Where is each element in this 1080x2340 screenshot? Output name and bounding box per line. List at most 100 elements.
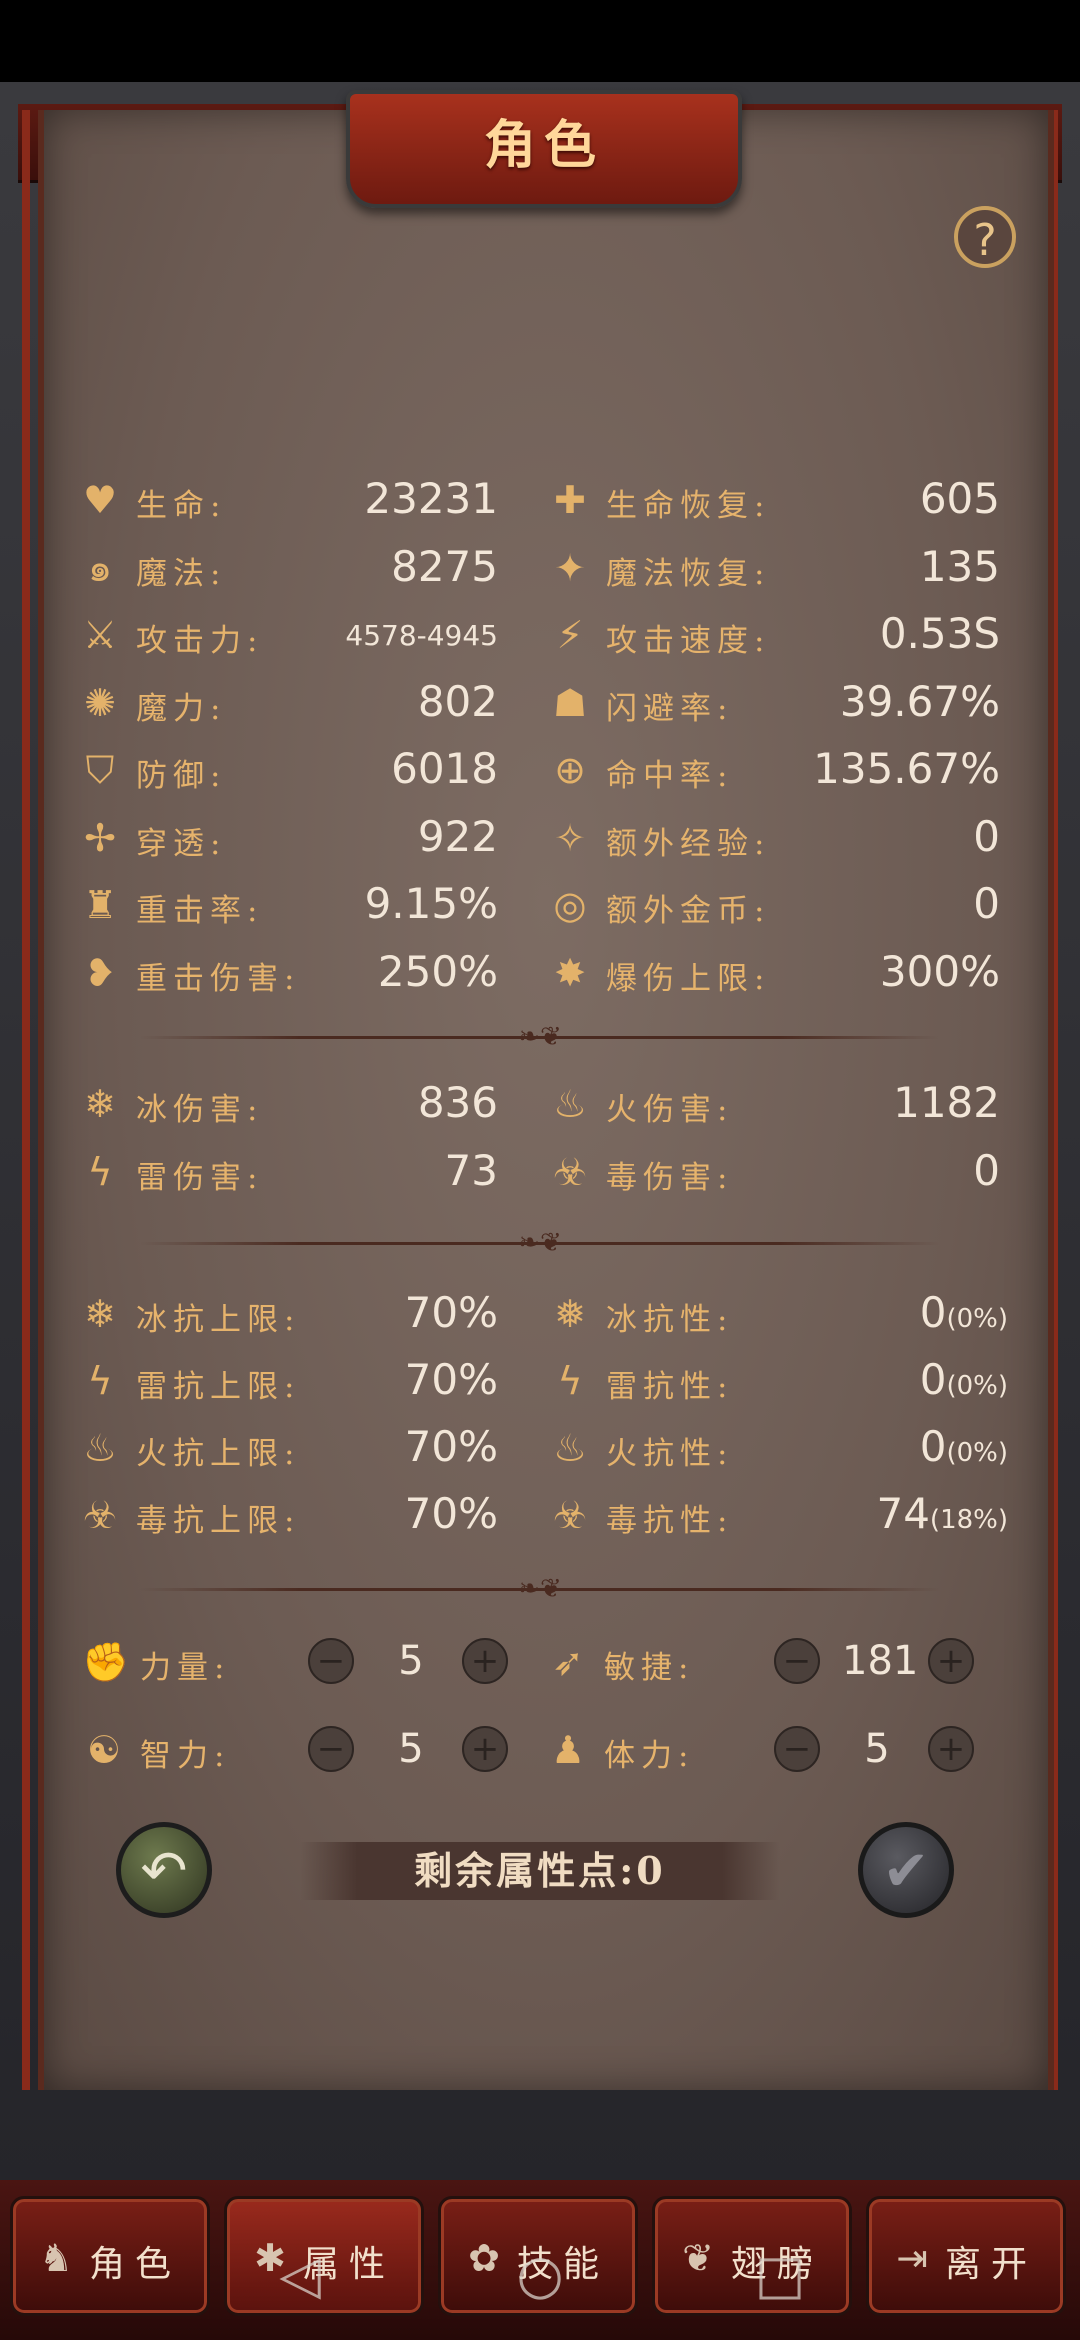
stat-mp-regen: ✦ 魔法恢复: 135	[548, 538, 1000, 598]
stamina-value: 5	[864, 1726, 890, 1772]
stat-defense: ⛉ 防御: 6018	[78, 740, 498, 800]
hit-rate-icon: ⊕	[554, 748, 586, 792]
tab-character[interactable]: ♞ 角色	[10, 2196, 210, 2316]
attack-speed-icon: ⚡	[556, 613, 584, 657]
ice-damage-label: 冰伤害:	[136, 1092, 264, 1128]
intelligence-label: 智力:	[140, 1738, 231, 1774]
crit-cap-value: 300%	[879, 946, 1000, 996]
stat-attack: ⚔ 攻击力: 4578-4945	[78, 605, 498, 665]
agility-plus-button[interactable]: +	[928, 1638, 974, 1684]
extra-gold-value: 0	[973, 879, 1000, 928]
nav-back-icon[interactable]: ◁	[265, 2240, 335, 2310]
extra-gold-icon: ◎	[553, 883, 587, 927]
penetration-label: 穿透:	[136, 825, 227, 862]
help-icon[interactable]: ?	[954, 206, 1016, 268]
stat-crit-rate: ♜ 重击率: 9.15%	[78, 875, 498, 935]
nav-home-icon[interactable]: ○	[505, 2240, 575, 2310]
magic-power-label: 魔力:	[136, 690, 227, 727]
crit-rate-label: 重击率:	[136, 893, 264, 929]
page-title: 角色	[483, 116, 604, 176]
stat-hp-regen: ✚ 生命恢复: 605	[548, 470, 1000, 530]
crit-damage-label: 重击伤害:	[136, 960, 301, 997]
intelligence-value: 5	[398, 1726, 424, 1772]
stat-ice-damage: ❄ 冰伤害: 836	[78, 1074, 498, 1134]
stamina-plus-button[interactable]: +	[928, 1726, 974, 1772]
thunder-resist-label: 雷抗性:	[606, 1369, 734, 1405]
ice-resist-label: 冰抗性:	[606, 1302, 734, 1338]
tab-leave[interactable]: ⇥ 离开	[866, 2196, 1066, 2316]
stat-fire-resist: ♨ 火抗性: 0(0%)	[548, 1418, 1008, 1478]
stat-dodge-rate: ☗ 闪避率: 39.67%	[548, 673, 1000, 733]
title-plate: 角色	[346, 90, 742, 208]
stat-thunder-damage: ϟ 雷伤害: 73	[78, 1142, 498, 1202]
agility-minus-button[interactable]: −	[774, 1638, 820, 1684]
thunder-damage-label: 雷伤害:	[136, 1160, 264, 1196]
stat-ice-resist-cap: ❄ 冰抗上限: 70%	[78, 1284, 498, 1344]
hp-regen-icon: ✚	[554, 478, 586, 522]
strength-value: 5	[398, 1638, 424, 1684]
stat-poison-resist-cap: ☣ 毒抗上限: 70%	[78, 1485, 498, 1545]
intelligence-plus-button[interactable]: +	[462, 1726, 508, 1772]
thunder-damage-value: 73	[444, 1146, 498, 1195]
fire-resist-icon: ♨	[552, 1426, 588, 1470]
nav-recent-icon[interactable]: □	[745, 2240, 815, 2310]
attribute-intelligence: ☯ 智力: −5 +	[82, 1720, 508, 1780]
ice-resist-cap-value: 70%	[404, 1288, 498, 1337]
fire-resist-cap-icon: ♨	[82, 1426, 118, 1470]
fire-resist-value: 0(0%)	[919, 1422, 1008, 1471]
attack-speed-value: 0.53S	[879, 609, 1000, 658]
strength-minus-button[interactable]: −	[308, 1638, 354, 1684]
fire-resist-cap-value: 70%	[404, 1422, 498, 1471]
confirm-button[interactable]: ✔	[858, 1822, 954, 1918]
mp-icon: ๑	[87, 545, 113, 590]
stat-crit-damage: ❥ 重击伤害: 250%	[78, 943, 498, 1003]
stat-magic-power: ✺ 魔力: 802	[78, 673, 498, 733]
tab-character-label: 角色	[89, 2244, 182, 2285]
crit-damage-icon: ❥	[84, 950, 116, 995]
poison-damage-value: 0	[973, 1146, 1000, 1195]
stat-fire-resist-cap: ♨ 火抗上限: 70%	[78, 1418, 498, 1478]
crit-cap-icon: ✸	[554, 950, 586, 995]
fire-resist-cap-label: 火抗上限:	[136, 1436, 301, 1472]
stamina-minus-button[interactable]: −	[774, 1726, 820, 1772]
poison-resist-cap-icon: ☣	[82, 1493, 118, 1537]
stat-hp: ♥ 生命: 23231	[78, 470, 498, 530]
attack-value: 4578-4945	[345, 619, 498, 652]
poison-resist-label: 毒抗性:	[606, 1503, 734, 1539]
attribute-strength: ✊ 力量: −5 +	[82, 1632, 508, 1692]
poison-resist-icon: ☣	[552, 1493, 588, 1537]
stat-poison-damage: ☣ 毒伤害: 0	[548, 1142, 1000, 1202]
poison-resist-value: 74(18%)	[876, 1489, 1008, 1538]
mp-regen-icon: ✦	[554, 545, 586, 590]
poison-resist-cap-label: 毒抗上限:	[136, 1503, 301, 1539]
dodge-rate-icon: ☗	[552, 680, 588, 725]
crit-damage-value: 250%	[377, 946, 498, 996]
magic-power-icon: ✺	[84, 680, 116, 725]
agility-value: 181	[842, 1638, 919, 1684]
stat-extra-gold: ◎ 额外金币: 0	[548, 875, 1000, 935]
stat-thunder-resist-cap: ϟ 雷抗上限: 70%	[78, 1351, 498, 1411]
fire-resist-label: 火抗性:	[606, 1436, 734, 1472]
undo-button[interactable]: ↶	[116, 1822, 212, 1918]
intelligence-minus-button[interactable]: −	[308, 1726, 354, 1772]
crit-cap-label: 爆伤上限:	[606, 960, 771, 997]
stat-extra-exp: ✧ 额外经验: 0	[548, 808, 1000, 868]
defense-label: 防御:	[136, 758, 227, 794]
thunder-resist-value: 0(0%)	[919, 1355, 1008, 1404]
extra-exp-label: 额外经验:	[606, 825, 771, 862]
thunder-damage-icon: ϟ	[87, 1150, 113, 1194]
mp-label: 魔法:	[136, 555, 227, 592]
mp-regen-label: 魔法恢复:	[606, 555, 771, 592]
ice-resist-icon: ❅	[554, 1292, 586, 1336]
stat-thunder-resist: ϟ 雷抗性: 0(0%)	[548, 1351, 1008, 1411]
strength-plus-button[interactable]: +	[462, 1638, 508, 1684]
defense-value: 6018	[391, 744, 498, 793]
attack-icon: ⚔	[82, 613, 118, 657]
stat-mp: ๑ 魔法: 8275	[78, 538, 498, 598]
ice-damage-value: 836	[417, 1078, 498, 1127]
magic-power-value: 802	[417, 676, 498, 726]
crit-rate-icon: ♜	[82, 883, 118, 927]
hp-value: 23231	[364, 474, 498, 523]
poison-damage-label: 毒伤害:	[606, 1160, 734, 1196]
agility-icon: ➶	[552, 1640, 584, 1684]
